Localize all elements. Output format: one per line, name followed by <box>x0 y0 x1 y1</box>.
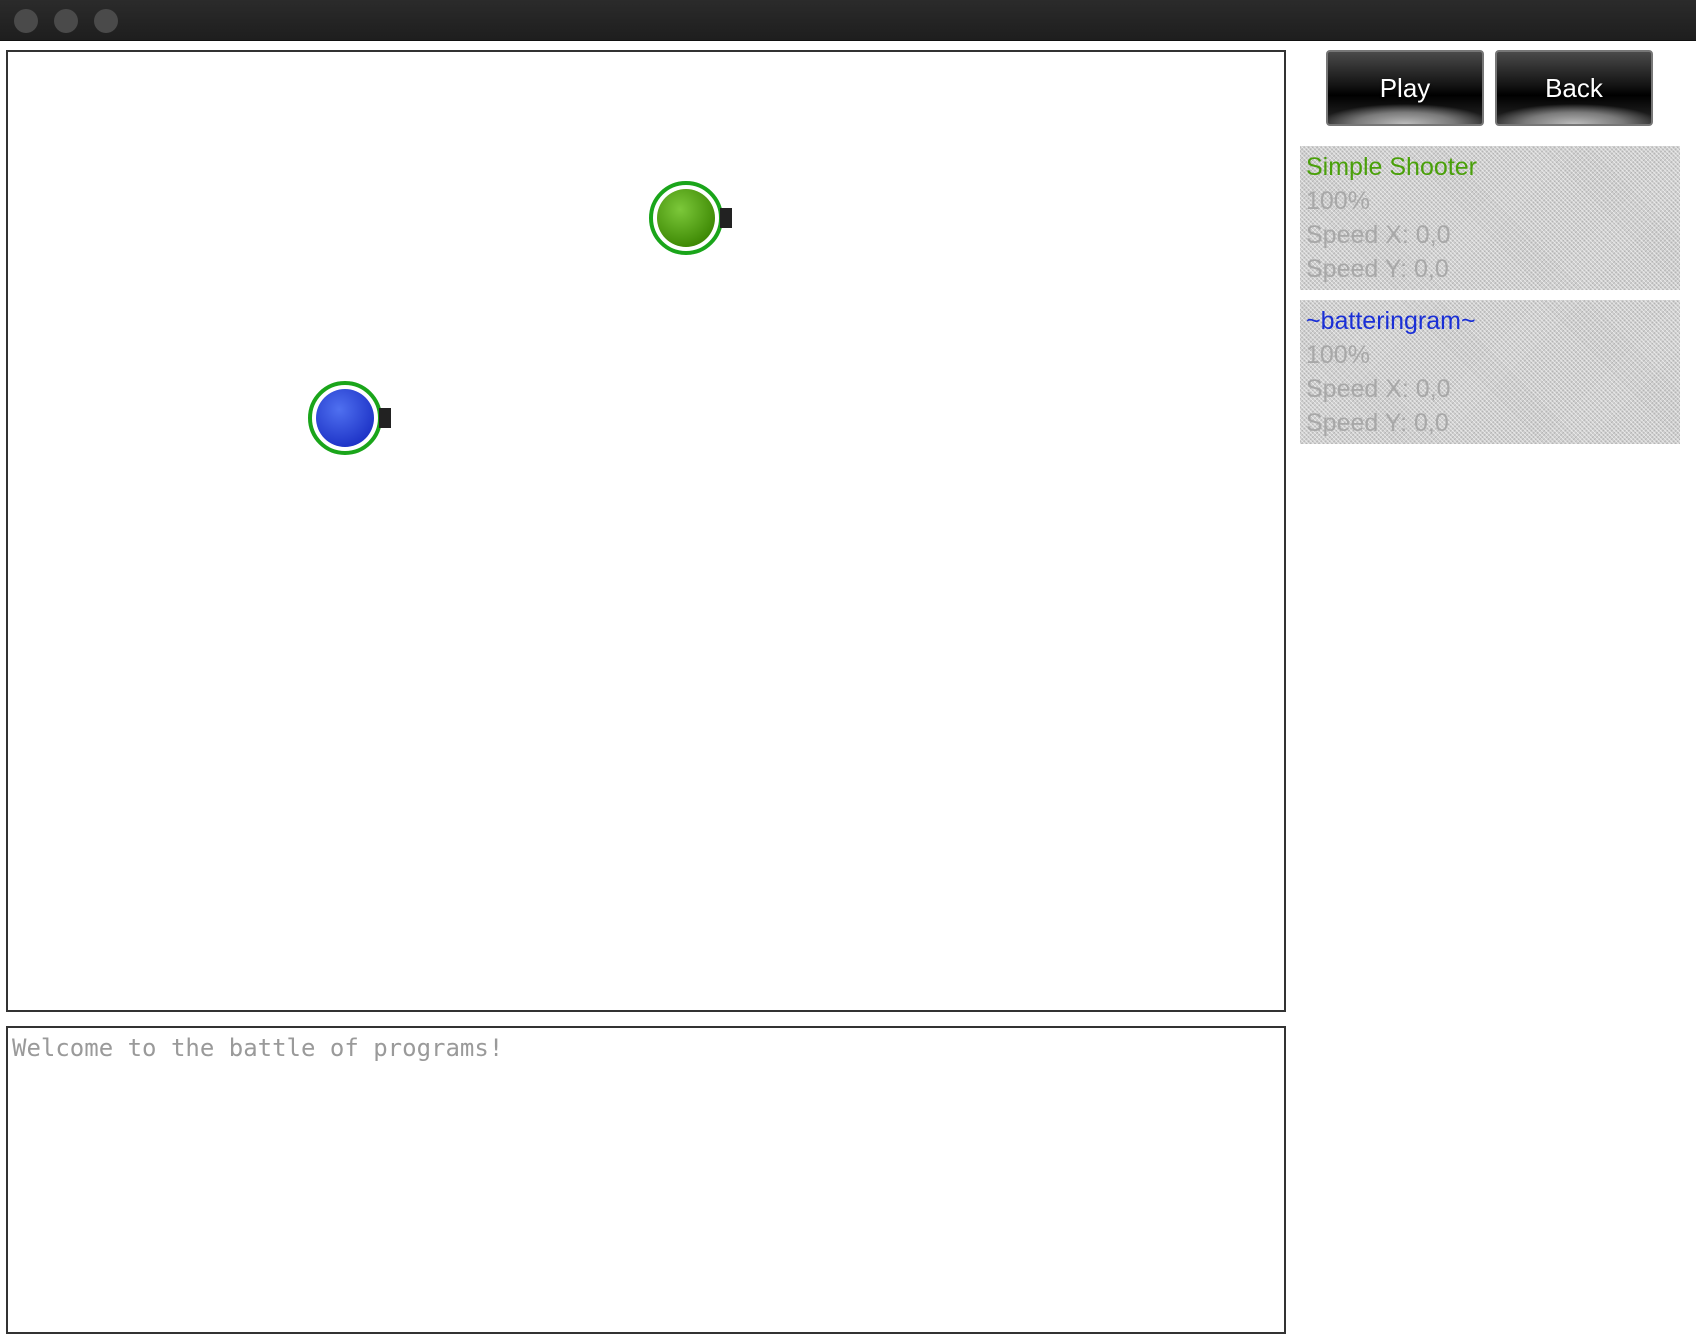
robot-batteringram <box>308 381 391 455</box>
close-window-icon[interactable] <box>14 9 38 33</box>
robot-simple-shooter <box>649 181 732 255</box>
robot-cannon <box>379 408 391 428</box>
maximize-window-icon[interactable] <box>94 9 118 33</box>
back-button[interactable]: Back <box>1495 50 1653 126</box>
message-console: Welcome to the battle of programs! <box>6 1026 1286 1334</box>
robot-body <box>657 189 715 247</box>
robot-speed-y: Speed Y: 0,0 <box>1306 409 1449 437</box>
battle-arena <box>6 50 1286 1012</box>
robot-name: Simple Shooter <box>1306 153 1477 181</box>
robot-cannon <box>720 208 732 228</box>
minimize-window-icon[interactable] <box>54 9 78 33</box>
console-message: Welcome to the battle of programs! <box>12 1034 504 1062</box>
robot-name: ~batteringram~ <box>1306 307 1476 335</box>
robot-speed-x: Speed X: 0,0 <box>1306 375 1451 403</box>
robot-health: 100% <box>1306 187 1370 215</box>
robot-card-batteringram: ~batteringram~ 100% Speed X: 0,0 Speed Y… <box>1300 300 1680 444</box>
arena-canvas <box>308 181 732 455</box>
robot-health: 100% <box>1306 341 1370 369</box>
play-button[interactable]: Play <box>1326 50 1484 126</box>
robot-speed-y: Speed Y: 0,0 <box>1306 255 1449 283</box>
title-bar <box>0 0 1696 41</box>
robot-card-simple-shooter: Simple Shooter 100% Speed X: 0,0 Speed Y… <box>1300 146 1680 290</box>
robot-body <box>316 389 374 447</box>
app-window: Welcome to the battle of programs! Play … <box>0 0 1696 1344</box>
robot-speed-x: Speed X: 0,0 <box>1306 221 1451 249</box>
